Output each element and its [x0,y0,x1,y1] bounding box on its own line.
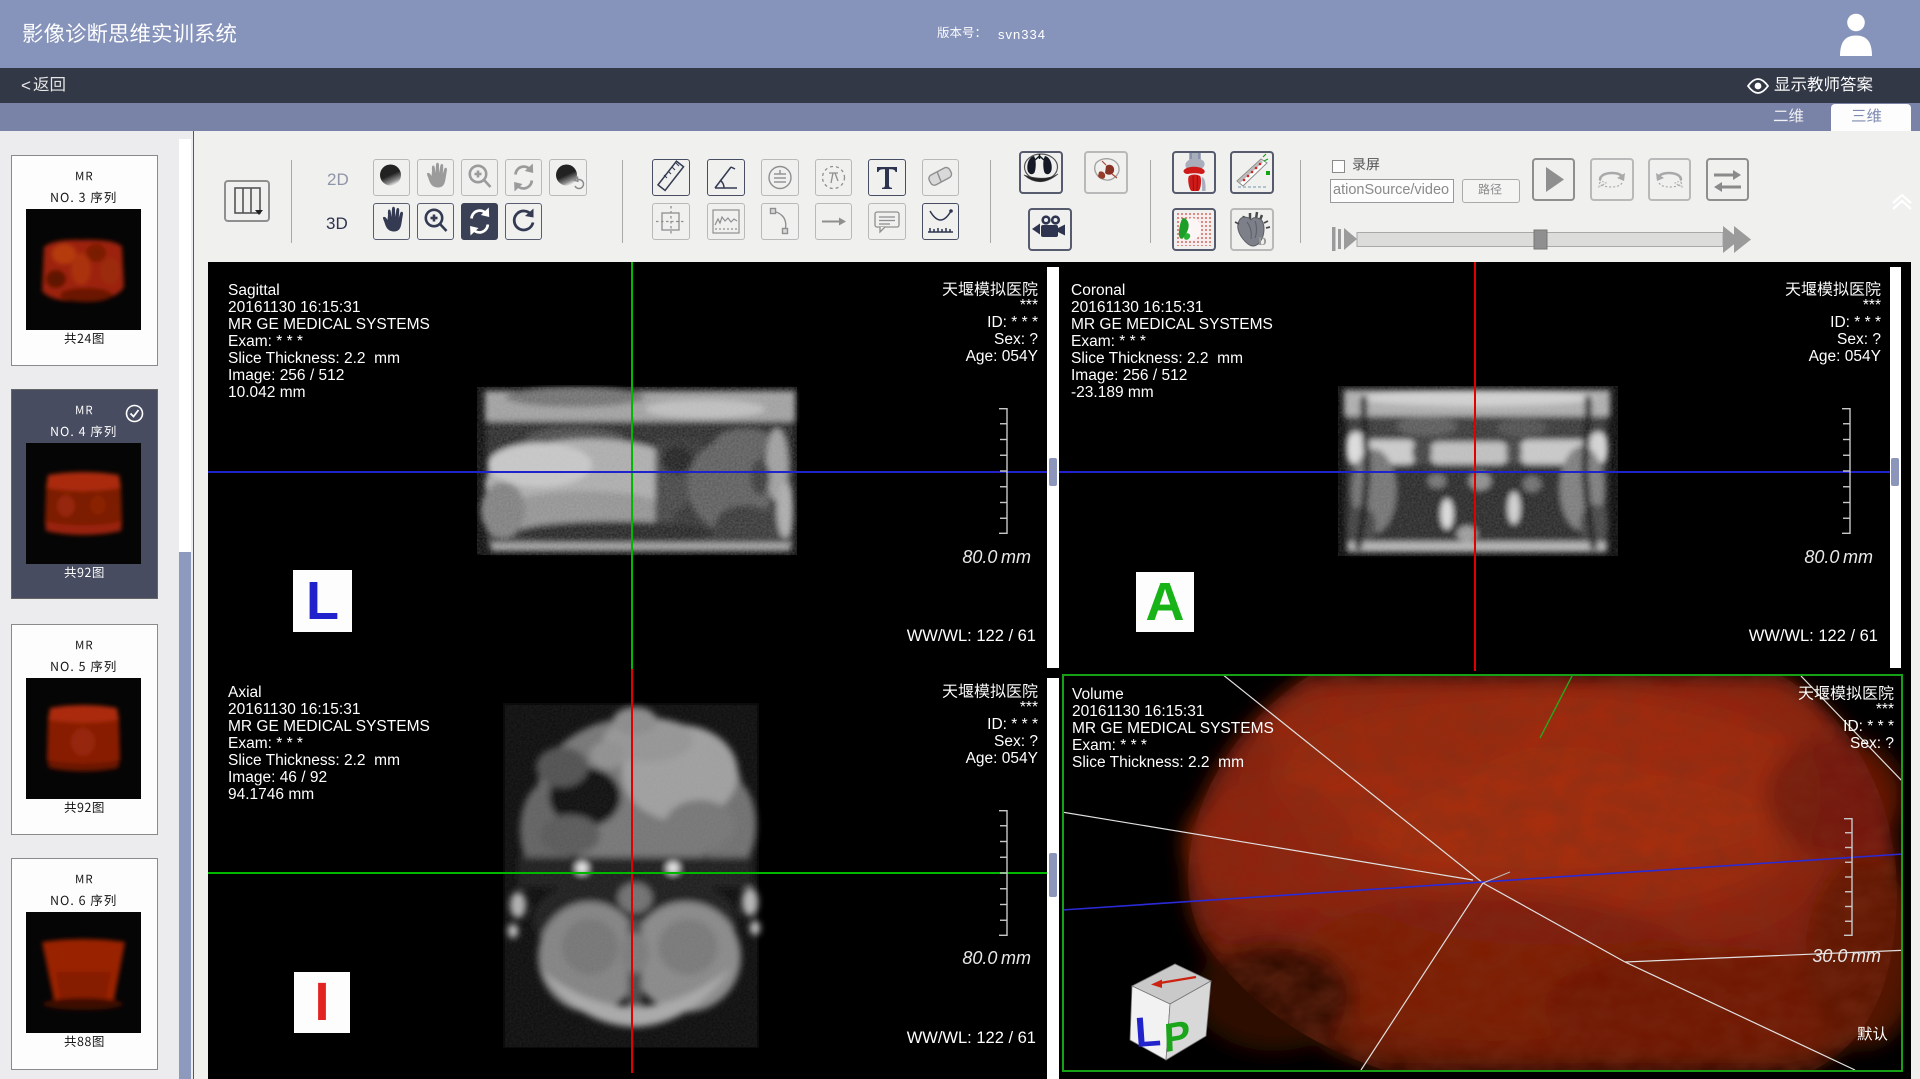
svg-text:D: D [1258,234,1267,248]
